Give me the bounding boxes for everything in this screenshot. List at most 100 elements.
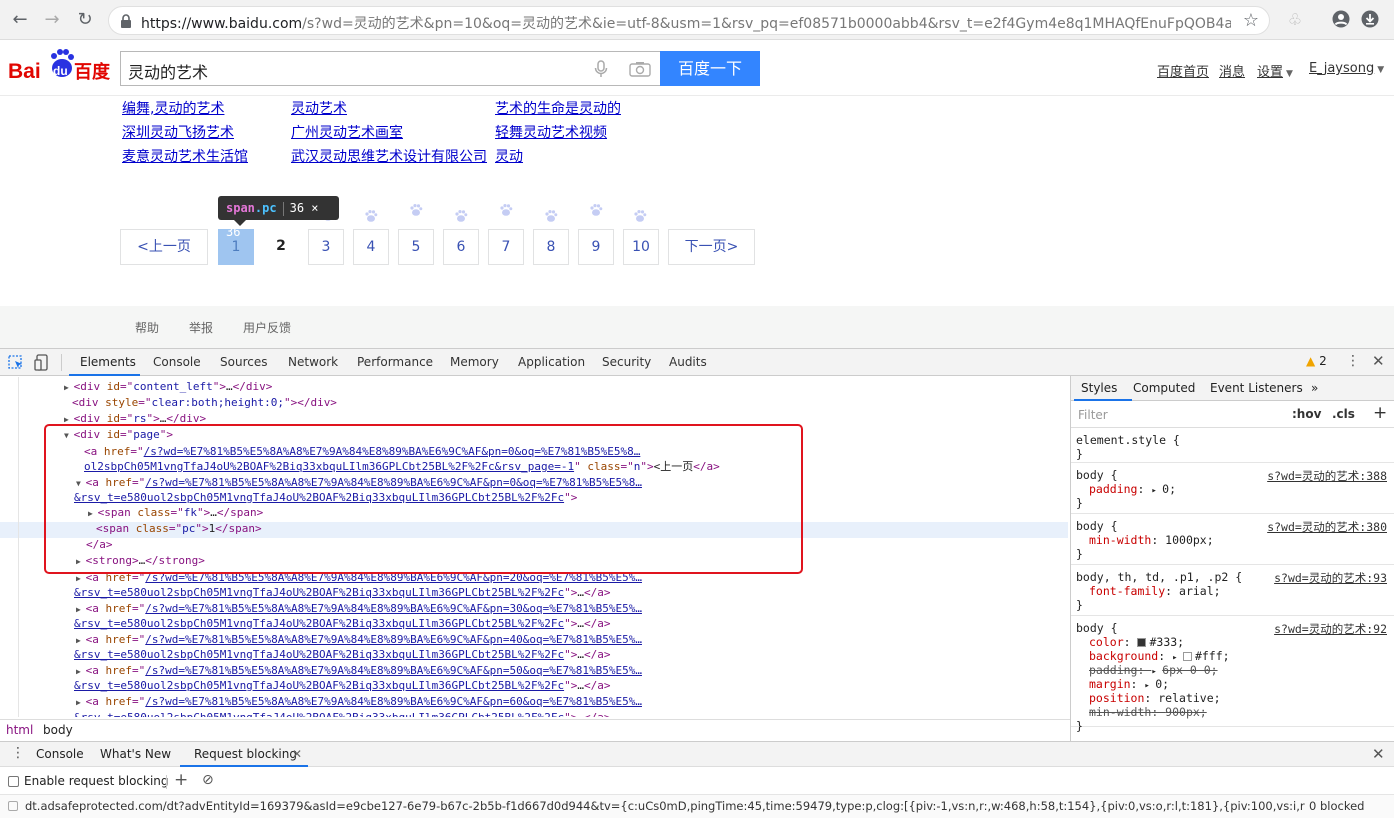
drawer-tab-whats-new[interactable]: What's New (100, 747, 171, 761)
dom-token[interactable]: /s?wd=%E7%81%B5%E5%8A%A8%E7%9A%84%E8%89%… (145, 633, 642, 646)
inspect-element-icon[interactable] (8, 355, 24, 371)
expand-arrow-icon[interactable]: ▸ (1144, 681, 1155, 691)
tab-network[interactable]: Network (288, 355, 338, 369)
account-icon[interactable] (1331, 10, 1351, 30)
breadcrumb-body[interactable]: body (43, 723, 73, 737)
dom-node-line[interactable]: &rsv_t=e580uol2sbpCh05M1vngTfaJ4oU%2BOAF… (74, 710, 610, 717)
style-rule[interactable]: element.style {} (1071, 429, 1394, 463)
related-link[interactable]: 轻舞灵动艺术视频 (495, 122, 607, 142)
reload-icon[interactable]: ↻ (75, 10, 95, 30)
tab-sources[interactable]: Sources (220, 355, 267, 369)
dom-node-line[interactable]: ▶ <a href="/s?wd=%E7%81%B5%E5%8A%A8%E7%9… (76, 601, 642, 617)
related-link[interactable]: 广州灵动艺术画室 (291, 122, 403, 142)
page-number-button[interactable]: 4 (353, 229, 389, 265)
page-number-button[interactable]: 5 (398, 229, 434, 265)
dom-node-line[interactable]: &rsv_t=e580uol2sbpCh05M1vngTfaJ4oU%2BOAF… (74, 647, 610, 663)
tab-performance[interactable]: Performance (357, 355, 433, 369)
related-link[interactable]: 灵动艺术 (291, 98, 347, 118)
microphone-icon[interactable] (594, 60, 608, 78)
related-link[interactable]: 艺术的生命是灵动的 (495, 98, 621, 118)
next-page-button[interactable]: 下一页> (668, 229, 755, 265)
rule-source-link[interactable]: s?wd=灵动的艺术:380 (1267, 519, 1387, 535)
css-declaration[interactable]: color: #333; (1089, 635, 1184, 649)
expand-arrow-icon[interactable]: ▸ (1151, 486, 1162, 496)
search-button[interactable]: 百度一下 (660, 51, 760, 86)
baidu-home-link[interactable]: 百度首页 (1157, 61, 1209, 80)
page-number-button[interactable]: 3 (308, 229, 344, 265)
search-input[interactable]: 灵动的艺术 (120, 51, 660, 86)
tab-application[interactable]: Application (518, 355, 585, 369)
close-drawer-icon[interactable]: ✕ (1372, 745, 1385, 763)
more-tabs-icon[interactable]: » (1311, 381, 1318, 395)
rule-source-link[interactable]: s?wd=灵动的艺术:93 (1274, 570, 1387, 586)
drawer-tab-console[interactable]: Console (36, 747, 84, 761)
expand-arrow-icon[interactable]: ▶ (64, 415, 74, 424)
color-swatch[interactable] (1182, 652, 1192, 661)
dom-node-line[interactable]: &rsv_t=e580uol2sbpCh05M1vngTfaJ4oU%2BOAF… (74, 585, 610, 601)
expand-arrow-icon[interactable]: ▶ (76, 698, 86, 707)
page-number-button[interactable]: 8 (533, 229, 569, 265)
warnings-badge[interactable]: ▲ 2 (1306, 354, 1327, 368)
address-bar[interactable]: https://www.baidu.com/s?wd=灵动的艺术&pn=10&o… (108, 6, 1270, 35)
styles-filter-input[interactable]: Filter (1078, 408, 1108, 422)
close-tab-icon[interactable]: ✕ (292, 747, 302, 761)
style-rule[interactable]: body {s?wd=灵动的艺术:92 color: #333; backgroun… (1071, 617, 1394, 733)
tab-elements[interactable]: Elements (80, 355, 136, 369)
new-rule-icon[interactable]: + (1373, 403, 1387, 423)
dom-token[interactable]: &rsv_t=e580uol2sbpCh05M1vngTfaJ4oU%2BOAF… (74, 617, 564, 630)
tab-console[interactable]: Console (153, 355, 201, 369)
expand-arrow-icon[interactable]: ▶ (64, 383, 74, 392)
page-number[interactable]: 2 (263, 229, 299, 265)
dom-node-line[interactable]: &rsv_t=e580uol2sbpCh05M1vngTfaJ4oU%2BOAF… (74, 678, 610, 694)
rule-source-link[interactable]: s?wd=灵动的艺术:388 (1267, 468, 1387, 484)
download-icon[interactable] (1360, 10, 1380, 30)
rule-source-link[interactable]: s?wd=灵动的艺术:92 (1274, 621, 1387, 637)
dom-token[interactable]: /s?wd=%E7%81%B5%E5%8A%A8%E7%9A%84%E8%89%… (145, 695, 642, 708)
css-declaration[interactable]: font-family: arial; (1089, 584, 1221, 598)
breadcrumb-html[interactable]: html (6, 723, 33, 737)
style-rule[interactable]: body {s?wd=灵动的艺术:380 min-width: 1000px;} (1071, 515, 1394, 565)
related-link[interactable]: 灵动 (495, 146, 523, 166)
dom-node-line[interactable]: ▶ <a href="/s?wd=%E7%81%B5%E5%8A%A8%E7%9… (76, 663, 642, 679)
back-arrow-icon[interactable]: ← (10, 10, 30, 30)
extension-icon[interactable]: ♧ (1285, 10, 1305, 30)
page-number-button[interactable]: 7 (488, 229, 524, 265)
related-link[interactable]: 深圳灵动飞扬艺术 (122, 122, 234, 142)
drawer-tab-request-blocking[interactable]: Request blocking (194, 747, 297, 761)
expand-arrow-icon[interactable]: ▶ (76, 605, 86, 614)
clear-patterns-icon[interactable]: ⊘ (202, 772, 214, 788)
baidu-logo[interactable]: Bai du 百度 (8, 48, 112, 84)
dom-node-line[interactable]: <div style="clear:both;height:0;"></div> (72, 395, 337, 411)
dom-node-line[interactable]: ▶ <div id="content_left">…</div> (64, 379, 272, 395)
more-options-icon[interactable]: ⋮ (1346, 353, 1360, 369)
help-link[interactable]: 帮助 (135, 319, 159, 336)
expand-arrow-icon[interactable]: ▶ (76, 574, 86, 583)
related-link[interactable]: 麦意灵动艺术生活馆 (122, 146, 248, 166)
prev-page-button[interactable]: <上一页 (120, 229, 208, 265)
dom-token[interactable]: &rsv_t=e580uol2sbpCh05M1vngTfaJ4oU%2BOAF… (74, 648, 564, 661)
user-menu[interactable]: E_jaysong ▼ (1309, 61, 1384, 76)
css-declaration[interactable]: padding: ▸ 0; (1089, 482, 1176, 498)
dom-node-line[interactable]: ▶ <a href="/s?wd=%E7%81%B5%E5%8A%A8%E7%9… (76, 694, 642, 710)
hov-toggle[interactable]: :hov (1292, 407, 1321, 421)
css-declaration[interactable]: min-width: 900px; (1089, 705, 1207, 719)
style-rule[interactable]: body, th, td, .p1, .p2 {s?wd=灵动的艺术:93 fon… (1071, 566, 1394, 616)
add-pattern-icon[interactable]: + (174, 770, 188, 790)
dom-token[interactable]: /s?wd=%E7%81%B5%E5%8A%A8%E7%9A%84%E8%89%… (145, 602, 642, 615)
camera-icon[interactable] (629, 61, 651, 77)
page-number-button[interactable]: 6 (443, 229, 479, 265)
expand-arrow-icon[interactable]: ▸ (1172, 653, 1183, 663)
enable-blocking-checkbox[interactable] (8, 776, 19, 787)
device-toolbar-icon[interactable] (34, 354, 50, 371)
dom-token[interactable]: &rsv_t=e580uol2sbpCh05M1vngTfaJ4oU%2BOAF… (74, 679, 564, 692)
forward-arrow-icon[interactable]: → (42, 10, 62, 30)
cls-toggle[interactable]: .cls (1332, 407, 1355, 421)
tab-styles[interactable]: Styles (1081, 381, 1117, 395)
settings-menu[interactable]: 设置 ▼ (1257, 61, 1293, 80)
color-swatch[interactable] (1137, 638, 1147, 647)
report-link[interactable]: 举报 (189, 319, 213, 336)
css-declaration[interactable]: position: relative; (1089, 691, 1221, 705)
related-link[interactable]: 武汉灵动思维艺术设计有限公司 (291, 146, 487, 166)
style-rule[interactable]: body {s?wd=灵动的艺术:388 padding: ▸ 0;} (1071, 464, 1394, 514)
feedback-link[interactable]: 用户反馈 (243, 319, 291, 336)
